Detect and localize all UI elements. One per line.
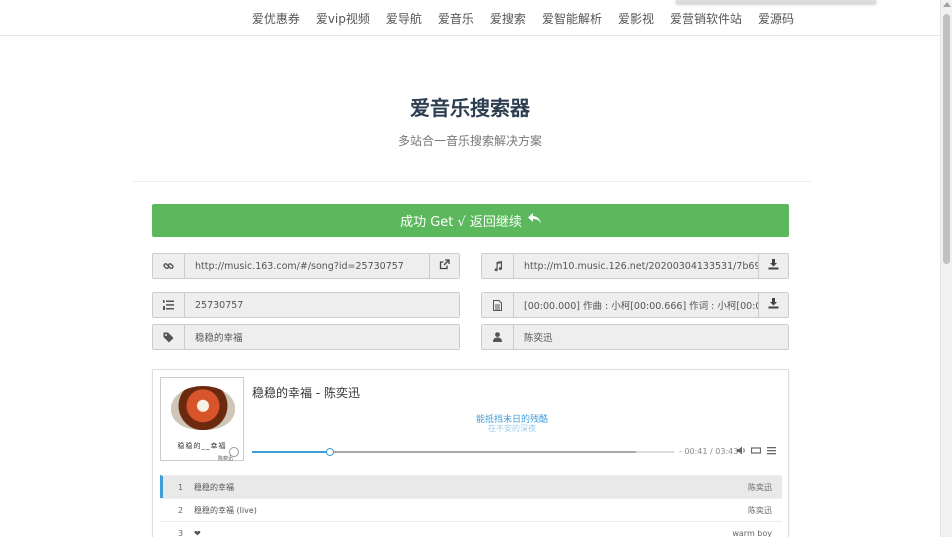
cover-image — [171, 386, 235, 430]
song-id-group: 25730757 — [152, 292, 460, 318]
download-icon — [768, 259, 779, 273]
player-song-title: 稳稳的幸福 - 陈奕迅 — [252, 386, 360, 400]
playlist-song-name: 稳稳的幸福 — [194, 482, 234, 492]
playlist-song-name: ❤ — [194, 528, 201, 537]
lyrics-group: [00:00.000] 作曲 : 小柯[00:00.666] 作词 : 小柯[0… — [481, 292, 789, 318]
ordered-list-icon — [153, 293, 185, 317]
playlist-row[interactable]: 1 稳稳的幸福 陈奕迅 — [160, 475, 782, 498]
page-title: 爱音乐搜索器 — [410, 96, 530, 120]
reply-arrow-icon — [527, 213, 541, 228]
nav-menu: 爱优惠券 爱vip视频 爱导航 爱音乐 爱搜索 爱智能解析 爱影视 爱营销软件站 爱源码 — [244, 10, 802, 27]
playlist-index: 1 — [178, 482, 184, 492]
progress-bar[interactable] — [252, 448, 674, 456]
song-id-field[interactable]: 25730757 — [185, 293, 459, 317]
playlist-index: 2 — [178, 505, 184, 515]
time-display: - 00:41 / 03:43 — [679, 447, 739, 456]
success-label: 成功 Get √ 返回继续 — [400, 215, 522, 230]
playlist-row[interactable]: 2 稳稳的幸福 (live) 陈奕迅 — [160, 498, 782, 521]
song-name-field[interactable]: 稳稳的幸福 — [185, 325, 459, 349]
song-url-group: http://music.163.com/#/song?id=25730757 — [152, 253, 460, 279]
page-subtitle: 多站合一音乐搜索解决方案 — [397, 134, 542, 148]
artist-group: 陈奕迅 — [481, 324, 789, 350]
artist-field[interactable]: 陈奕迅 — [514, 325, 788, 349]
playlist-index: 3 — [178, 528, 184, 537]
play-pause-button[interactable] — [229, 447, 239, 457]
audio-url-field[interactable]: http://m10.music.126.net/20200304133531/… — [514, 254, 758, 278]
tag-icon — [153, 325, 185, 349]
playlist-artist: 陈奕迅 — [748, 505, 772, 515]
playlist-song-name: 稳稳的幸福 (live) — [194, 505, 257, 515]
scrollbar[interactable] — [940, 0, 952, 537]
progress-thumb[interactable] — [326, 448, 335, 456]
playlist-menu-icon[interactable] — [767, 446, 776, 458]
nav-item-6[interactable]: 爱影视 — [610, 10, 662, 27]
nav-item-2[interactable]: 爱导航 — [378, 10, 430, 27]
playlist-artist: warm boy — [732, 528, 772, 537]
nav-item-5[interactable]: 爱智能解析 — [534, 10, 610, 27]
playlist-row[interactable]: 3 ❤ warm boy — [160, 521, 782, 537]
scroll-thumb[interactable] — [943, 14, 950, 264]
scroll-up-arrow-icon[interactable] — [943, 2, 951, 7]
music-note-icon — [482, 254, 514, 278]
next-lyric: 在不安的深夜 — [488, 424, 536, 433]
music-player: 稳稳的__幸福 陈奕迅 稳稳的幸福 - 陈奕迅 能抵挡末日的残酷 在不安的深夜 … — [152, 369, 789, 537]
download-icon — [768, 298, 779, 312]
album-cover[interactable]: 稳稳的__幸福 陈奕迅 — [160, 377, 244, 462]
user-icon — [482, 325, 514, 349]
nav-item-3[interactable]: 爱音乐 — [430, 10, 482, 27]
divider — [133, 181, 811, 182]
nav-item-4[interactable]: 爱搜索 — [482, 10, 534, 27]
progress-played — [252, 451, 331, 453]
download-lyrics-button[interactable] — [758, 293, 788, 317]
loop-icon[interactable] — [750, 446, 762, 458]
song-name-group: 稳稳的幸福 — [152, 324, 460, 350]
nav-item-7[interactable]: 爱营销软件站 — [662, 10, 750, 27]
song-url-field[interactable]: http://music.163.com/#/song?id=25730757 — [185, 254, 429, 278]
nav-item-8[interactable]: 爱源码 — [750, 10, 802, 27]
file-text-icon — [482, 293, 514, 317]
external-link-icon — [439, 259, 450, 273]
open-link-button[interactable] — [429, 254, 459, 278]
audio-url-group: http://m10.music.126.net/20200304133531/… — [481, 253, 789, 279]
playlist: 1 稳稳的幸福 陈奕迅 2 稳稳的幸福 (live) 陈奕迅 3 ❤ warm boy — [160, 475, 782, 537]
link-icon — [153, 254, 185, 278]
nav-item-0[interactable]: 爱优惠券 — [244, 10, 308, 27]
nav-item-1[interactable]: 爱vip视频 — [308, 10, 378, 27]
lyrics-field[interactable]: [00:00.000] 作曲 : 小柯[00:00.666] 作词 : 小柯[0… — [514, 293, 758, 317]
top-navbar: 爱优惠券 爱vip视频 爱导航 爱音乐 爱搜索 爱智能解析 爱影视 爱营销软件站 爱源码 — [0, 0, 940, 36]
volume-icon[interactable] — [737, 446, 747, 458]
download-audio-button[interactable] — [758, 254, 788, 278]
browser-popup-edge — [676, 0, 876, 3]
playlist-artist: 陈奕迅 — [748, 482, 772, 492]
success-return-button[interactable]: 成功 Get √ 返回继续 — [152, 204, 789, 237]
